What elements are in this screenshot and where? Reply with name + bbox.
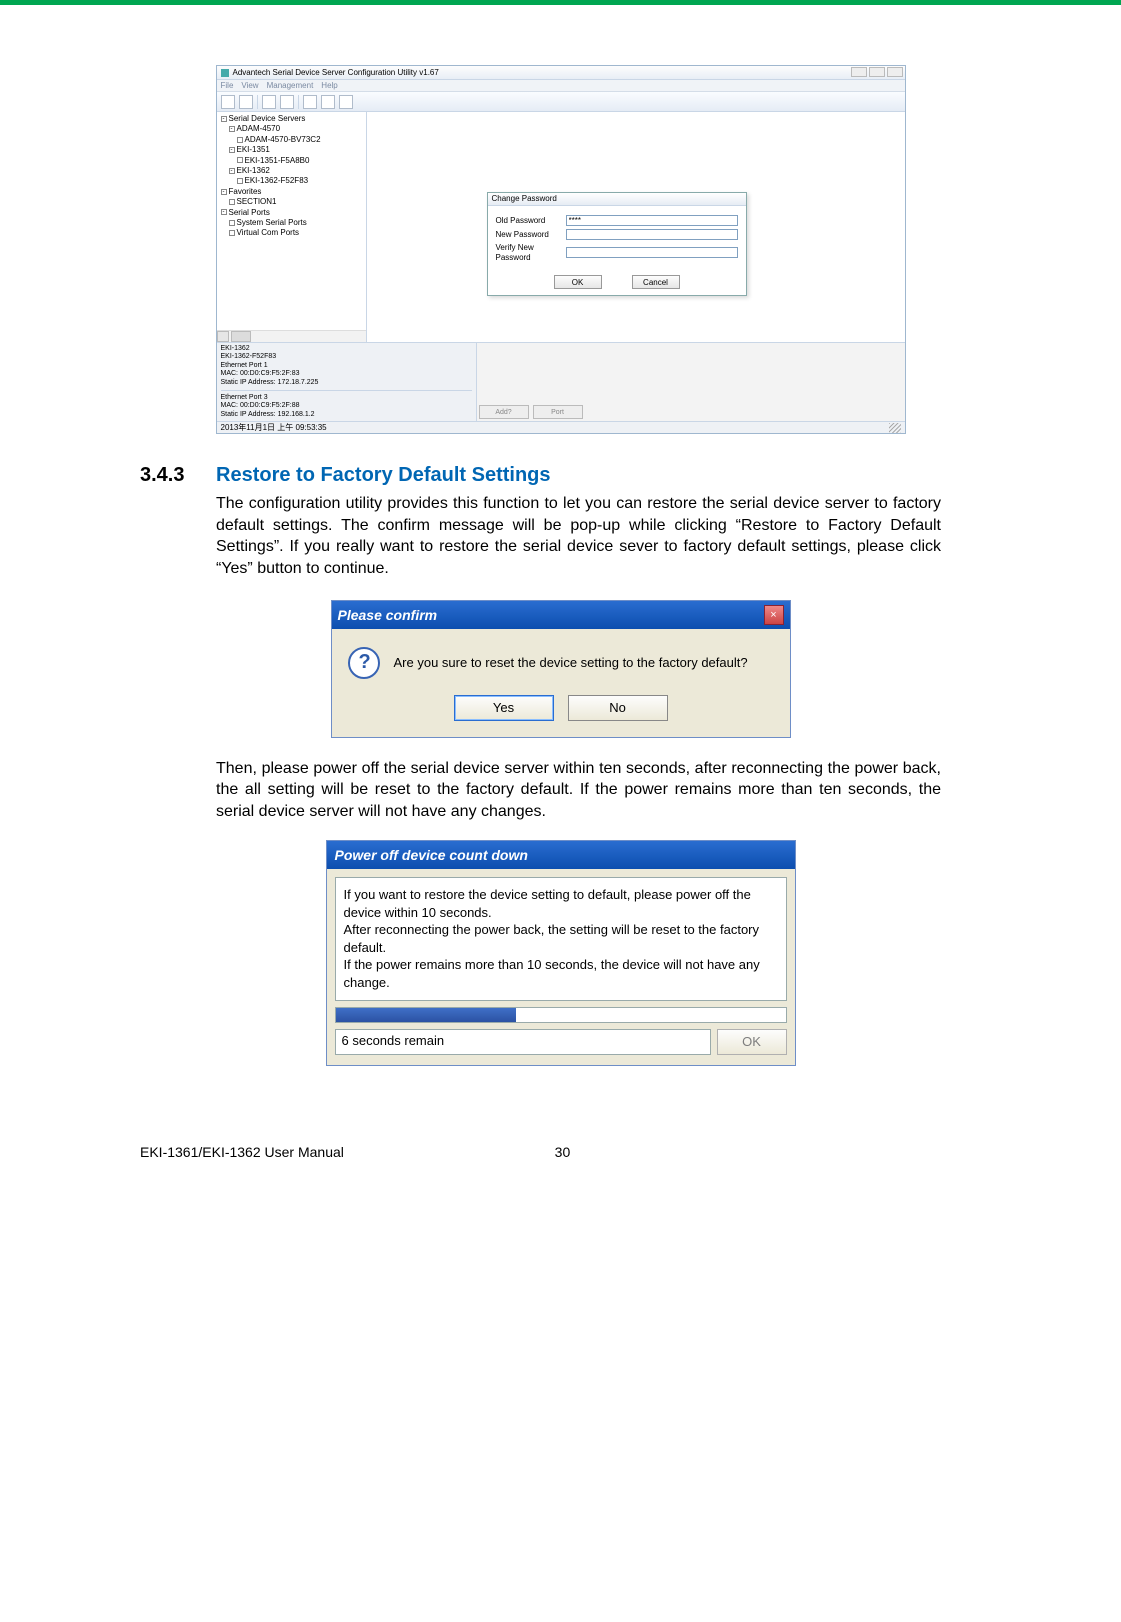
countdown-message: If you want to restore the device settin…	[335, 877, 787, 1000]
tree-item[interactable]: -ADAM-4570	[221, 124, 362, 134]
dialog-title: Power off device count down	[335, 847, 528, 863]
tree-item[interactable]: EKI-1351-F5A8B0	[221, 156, 362, 166]
toolbar-icon[interactable]	[262, 95, 276, 109]
window-buttons	[851, 67, 903, 77]
tree-root[interactable]: -Serial Ports	[221, 208, 362, 218]
tree-item[interactable]: Virtual Com Ports	[221, 228, 362, 238]
tree-root[interactable]: -Favorites	[221, 187, 362, 197]
toolbar	[217, 92, 905, 112]
dialog-titlebar: Power off device count down	[327, 841, 795, 869]
footer-button[interactable]: Port	[533, 405, 583, 419]
close-icon[interactable]: ×	[764, 605, 784, 625]
info-line: Ethernet Port 3	[221, 394, 472, 402]
info-panel: EKI-1362 EKI-1362-F52F83 Ethernet Port 1…	[217, 343, 477, 421]
toolbar-icon[interactable]	[280, 95, 294, 109]
app-footer: EKI-1362 EKI-1362-F52F83 Ethernet Port 1…	[217, 342, 905, 421]
progress-fill	[336, 1008, 516, 1022]
old-password-input[interactable]	[566, 215, 738, 226]
ok-button[interactable]: OK	[717, 1029, 787, 1055]
tree-item[interactable]: -EKI-1351	[221, 145, 362, 155]
app-icon	[221, 69, 229, 77]
toolbar-separator	[298, 95, 299, 109]
status-time: 2013年11月1日 上午 09:53:35	[221, 423, 327, 433]
ok-button[interactable]: OK	[554, 275, 602, 289]
dialog-titlebar: Please confirm ×	[332, 601, 790, 629]
tree-item[interactable]: -EKI-1362	[221, 166, 362, 176]
question-icon	[348, 647, 380, 679]
close-icon[interactable]	[887, 67, 903, 77]
tree-root[interactable]: -Serial Device Servers	[221, 114, 362, 124]
tree-item[interactable]: System Serial Ports	[221, 218, 362, 228]
section-paragraph: Then, please power off the serial device…	[216, 758, 941, 823]
info-line: Static IP Address: 172.18.7.225	[221, 379, 472, 387]
change-password-dialog: Change Password Old Password New Passwor…	[487, 192, 747, 296]
info-line: EKI-1362-F52F83	[221, 353, 472, 361]
new-password-label: New Password	[496, 230, 566, 240]
section-number: 3.4.3	[140, 464, 198, 487]
toolbar-icon[interactable]	[303, 95, 317, 109]
confirm-message: Are you sure to reset the device setting…	[394, 655, 748, 670]
info-line: Static IP Address: 192.168.1.2	[221, 411, 472, 419]
status-bar: 2013年11月1日 上午 09:53:35	[217, 421, 905, 433]
footer-left: EKI-1361/EKI-1362 User Manual	[140, 1144, 344, 1160]
minimize-icon[interactable]	[851, 67, 867, 77]
cancel-button[interactable]: Cancel	[632, 275, 680, 289]
menu-file[interactable]: File	[221, 81, 234, 91]
section-heading: 3.4.3 Restore to Factory Default Setting…	[140, 464, 921, 487]
info-line: MAC: 00:D0:C9:F5:2F:83	[221, 370, 472, 378]
tree-item[interactable]: SECTION1	[221, 197, 362, 207]
page-content: Advantech Serial Device Server Configura…	[0, 5, 1121, 1240]
toolbar-icon[interactable]	[321, 95, 335, 109]
app-title: Advantech Serial Device Server Configura…	[233, 68, 439, 78]
toolbar-separator	[257, 95, 258, 109]
sidebar-tree: -Serial Device Servers -ADAM-4570 ADAM-4…	[217, 112, 367, 342]
resize-grip-icon[interactable]	[889, 423, 901, 433]
toolbar-icon[interactable]	[339, 95, 353, 109]
section-paragraph: The configuration utility provides this …	[216, 493, 941, 579]
dialog-title: Change Password	[488, 193, 746, 206]
main-pane: Change Password Old Password New Passwor…	[367, 112, 905, 342]
section-title: Restore to Factory Default Settings	[216, 464, 551, 487]
menu-view[interactable]: View	[241, 81, 258, 91]
menu-management[interactable]: Management	[267, 81, 314, 91]
footer-button[interactable]: Add?	[479, 405, 529, 419]
toolbar-icon[interactable]	[239, 95, 253, 109]
yes-button[interactable]: Yes	[454, 695, 554, 721]
menubar: File View Management Help	[217, 80, 905, 92]
dialog-title: Please confirm	[338, 607, 438, 623]
verify-password-label: Verify New Password	[496, 243, 566, 262]
tree-item[interactable]: ADAM-4570-BV73C2	[221, 135, 362, 145]
countdown-dialog: Power off device count down If you want …	[326, 840, 796, 1065]
toolbar-icon[interactable]	[221, 95, 235, 109]
footer-page-number: 30	[555, 1144, 571, 1160]
info-line: Ethernet Port 1	[221, 362, 472, 370]
config-utility-window: Advantech Serial Device Server Configura…	[216, 65, 906, 434]
tree-item[interactable]: EKI-1362-F52F83	[221, 176, 362, 186]
info-line: MAC: 00:D0:C9:F5:2F:88	[221, 402, 472, 410]
maximize-icon[interactable]	[869, 67, 885, 77]
page-footer: EKI-1361/EKI-1362 User Manual 30	[140, 1084, 981, 1200]
sidebar-scrollbar[interactable]	[217, 330, 366, 342]
new-password-input[interactable]	[566, 229, 738, 240]
please-confirm-dialog: Please confirm × Are you sure to reset t…	[331, 600, 791, 738]
no-button[interactable]: No	[568, 695, 668, 721]
info-line: EKI-1362	[221, 345, 472, 353]
app-titlebar: Advantech Serial Device Server Configura…	[217, 66, 905, 80]
progress-bar	[335, 1007, 787, 1023]
old-password-label: Old Password	[496, 216, 566, 226]
verify-password-input[interactable]	[566, 247, 738, 258]
countdown-remain: 6 seconds remain	[335, 1029, 711, 1055]
menu-help[interactable]: Help	[321, 81, 337, 91]
